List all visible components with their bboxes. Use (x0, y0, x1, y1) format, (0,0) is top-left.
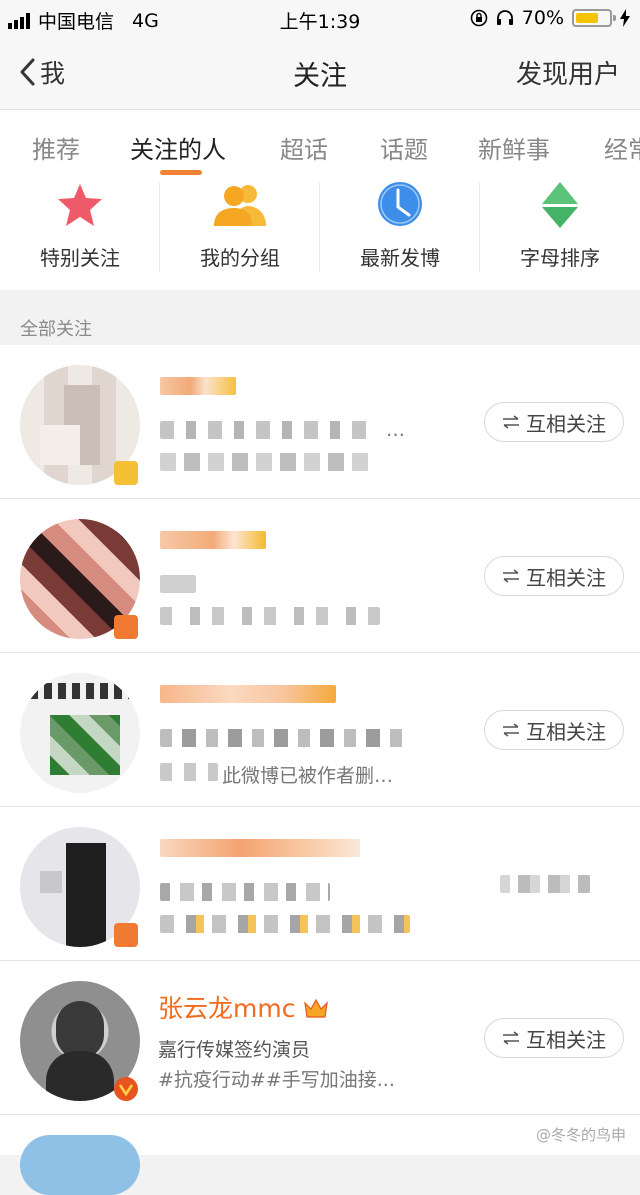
discover-users-button[interactable]: 发现用户 (516, 54, 620, 91)
tab-super-topic[interactable]: 超话 (280, 130, 328, 165)
list-item[interactable]: … 互相关注 (0, 345, 640, 499)
follow-label: 互相关注 (526, 565, 606, 590)
follow-label: 互相关注 (526, 411, 606, 436)
active-tab-indicator (160, 170, 202, 175)
swap-arrows-icon (503, 569, 519, 583)
star-icon (58, 184, 102, 226)
name-row: 张云龙mmc (158, 989, 329, 1025)
name-blurred (160, 685, 336, 703)
my-groups-label: 我的分组 (200, 246, 280, 270)
list-item[interactable]: 此微博已被作者删… 互相关注 (0, 653, 640, 807)
post-blurred (160, 915, 410, 933)
alphabetical-sort-button[interactable]: 字母排序 (480, 182, 640, 290)
navigation-bar: 我 关注 发现用户 (0, 36, 640, 110)
status-bar: 中国电信 4G 上午1:39 70% (0, 0, 640, 36)
latest-post-snippet: #抗疫行动##手写加油接... (158, 1069, 395, 1091)
charging-icon (620, 9, 630, 27)
list-item[interactable]: @冬冬的鸟申 (0, 1115, 640, 1195)
verified-badge-icon (114, 923, 138, 947)
post-blurred (160, 453, 376, 471)
tab-topic[interactable]: 话题 (380, 130, 428, 165)
rotation-lock-icon (470, 9, 488, 27)
description-blurred (160, 421, 376, 439)
swap-arrows-icon (503, 1031, 519, 1045)
tab-recommend[interactable]: 推荐 (32, 130, 80, 165)
snippet-blurred (160, 763, 218, 781)
description-blurred (160, 575, 196, 593)
verified-badge-icon (114, 615, 138, 639)
follow-button-blurred[interactable] (500, 875, 590, 893)
list-item[interactable]: 张云龙mmc 嘉行传媒签约演员 #抗疫行动##手写加油接... 互相关注 (0, 961, 640, 1115)
follow-label: 互相关注 (526, 719, 606, 744)
mutual-follow-button[interactable]: 互相关注 (484, 1018, 624, 1058)
mutual-follow-button[interactable]: 互相关注 (484, 556, 624, 596)
tab-frequent[interactable]: 经常 (604, 130, 640, 165)
watermark-text: @冬冬的鸟申 (535, 1126, 626, 1144)
user-description: 嘉行传媒签约演员 (158, 1039, 311, 1061)
swap-arrows-icon (503, 723, 519, 737)
avatar[interactable] (20, 673, 140, 793)
description-blurred (160, 883, 330, 901)
latest-posts-label: 最新发博 (360, 246, 440, 270)
name-blurred (160, 531, 266, 549)
sort-icon (542, 182, 578, 228)
name-blurred (160, 839, 360, 857)
swap-arrows-icon (503, 415, 519, 429)
mutual-follow-button[interactable]: 互相关注 (484, 402, 624, 442)
clock-icon (378, 182, 422, 226)
section-title: 全部关注 (20, 319, 92, 340)
tab-following[interactable]: 关注的人 (130, 130, 226, 165)
special-follow-button[interactable]: 特别关注 (0, 182, 160, 290)
battery-icon (572, 9, 616, 27)
battery-percent: 70% (521, 7, 564, 29)
list-item[interactable]: 互相关注 (0, 499, 640, 653)
avatar[interactable] (20, 1135, 140, 1195)
post-blurred (160, 607, 380, 625)
group-shortcuts: 特别关注 我的分组 最新发博 字母排序 (0, 182, 640, 290)
special-follow-label: 特别关注 (40, 246, 120, 270)
alphabetical-sort-label: 字母排序 (520, 246, 600, 270)
tab-bar: 推荐 关注的人 超话 话题 新鲜事 经常 (0, 110, 640, 182)
snippet-text: 此微博已被作者删… (222, 765, 394, 787)
description-blurred (160, 729, 410, 747)
status-right: 70% (470, 7, 630, 29)
people-icon (214, 185, 266, 226)
follow-label: 互相关注 (526, 1027, 606, 1052)
headphones-icon (496, 10, 513, 25)
verified-badge-icon (114, 1077, 138, 1101)
list-item[interactable] (0, 807, 640, 961)
my-groups-button[interactable]: 我的分组 (160, 182, 320, 290)
section-header: 全部关注 (0, 291, 640, 345)
username[interactable]: 张云龙mmc (158, 994, 295, 1023)
name-blurred (160, 377, 236, 395)
crown-icon (304, 998, 329, 1018)
tab-news[interactable]: 新鲜事 (478, 130, 550, 165)
mutual-follow-button[interactable]: 互相关注 (484, 710, 624, 750)
latest-posts-button[interactable]: 最新发博 (320, 182, 480, 290)
snippet-text: … (386, 419, 405, 441)
verified-badge-icon (114, 461, 138, 485)
